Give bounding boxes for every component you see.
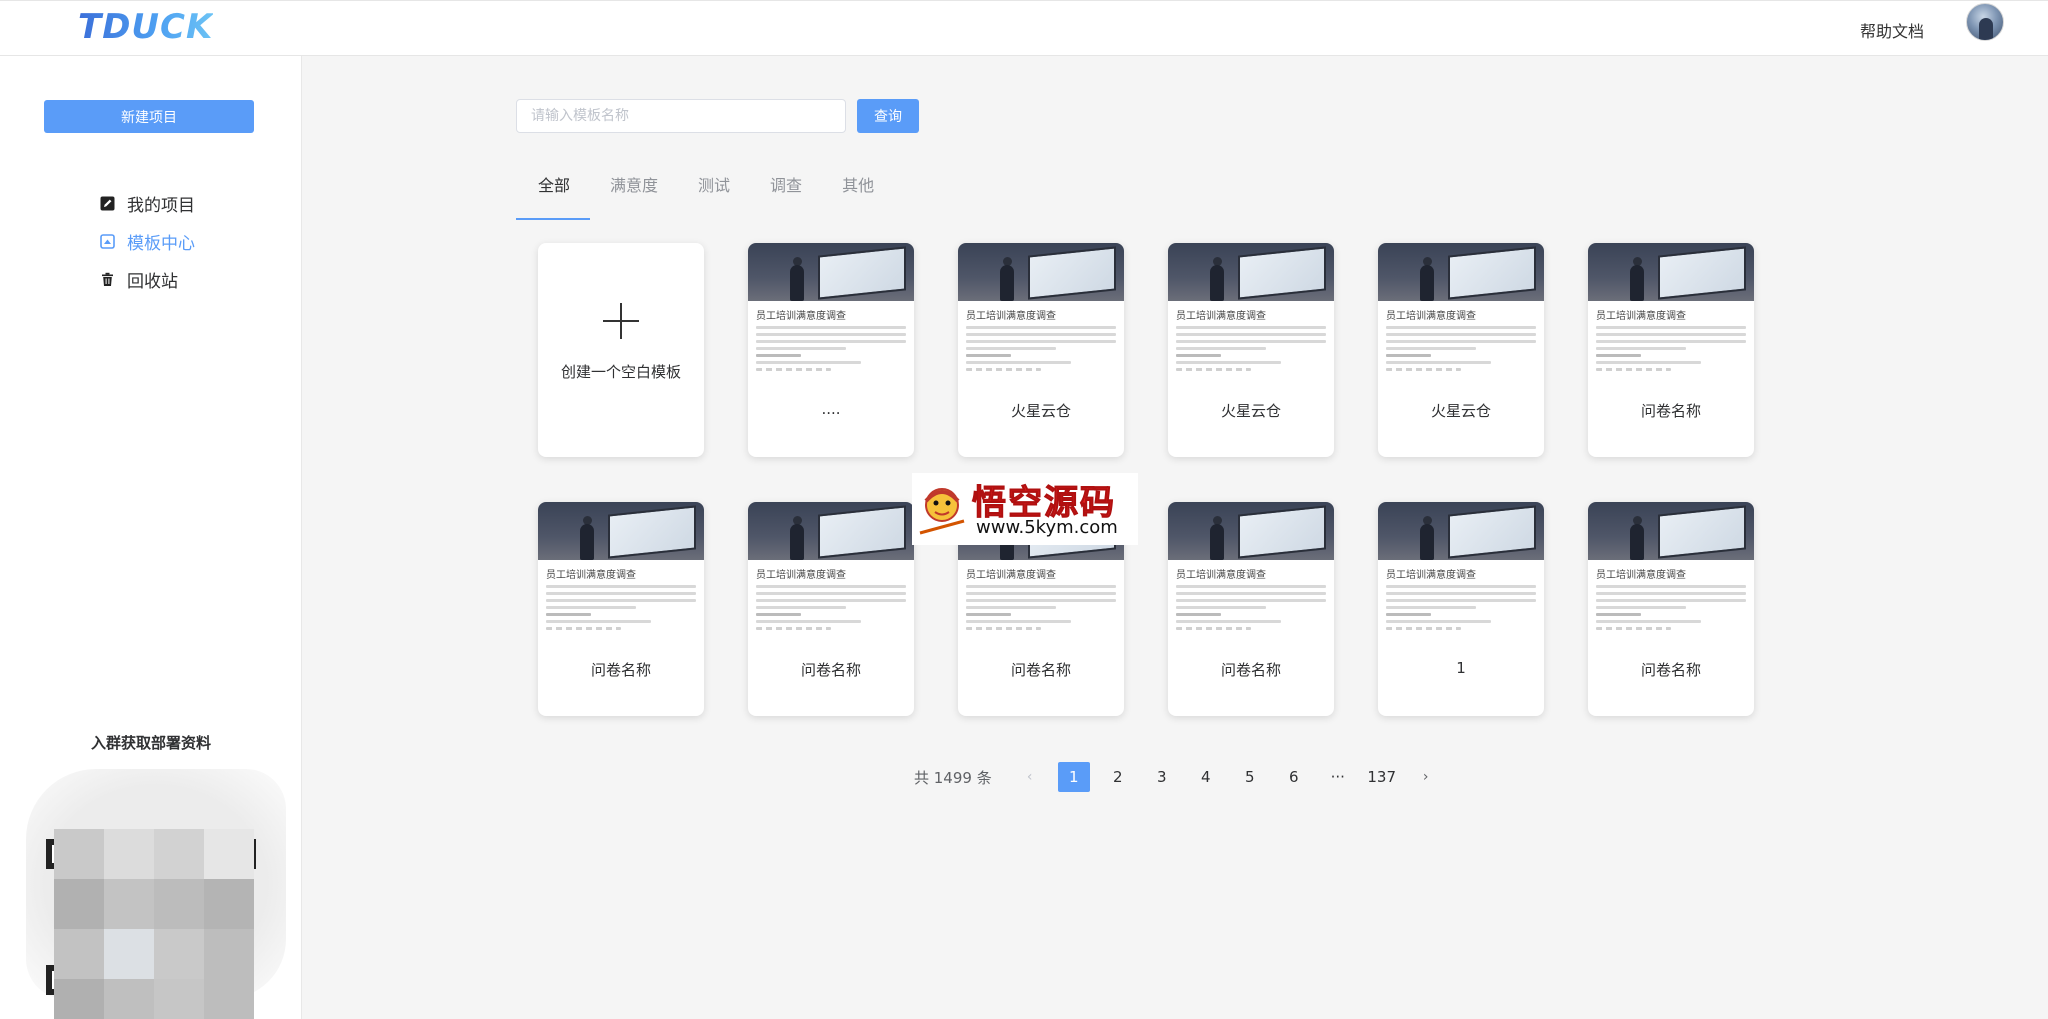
sidebar-nav: 我的项目 模板中心 回收站: [100, 184, 195, 298]
preview-title: 员工培训满意度调查: [966, 570, 1056, 581]
tab-test[interactable]: 测试: [678, 166, 750, 220]
template-preview: 员工培训满意度调查: [756, 566, 906, 634]
template-card-name: 火星云仓: [1430, 402, 1491, 420]
template-preview: 员工培训满意度调查: [966, 566, 1116, 634]
template-cover-image: [1588, 243, 1754, 301]
qr-pixelated-grid: [54, 829, 254, 1019]
tab-all[interactable]: 全部: [516, 166, 591, 220]
preview-title: 员工培训满意度调查: [1386, 311, 1476, 322]
template-cover-image: [1378, 243, 1544, 301]
qr-code-image: [26, 769, 286, 1019]
page-2[interactable]: 2: [1102, 762, 1134, 792]
next-page-button[interactable]: ›: [1410, 762, 1442, 792]
preview-title: 员工培训满意度调查: [1176, 311, 1266, 322]
sidebar: 新建项目 我的项目 模板中心 回收站 入群获取部署资料: [0, 56, 302, 1019]
template-card[interactable]: 员工培训满意度调查火星云仓: [1168, 243, 1334, 457]
template-preview: 员工培训满意度调查: [1596, 566, 1746, 634]
template-card[interactable]: 员工培训满意度调查问卷名称: [538, 502, 704, 716]
template-card[interactable]: 员工培训满意度调查....: [748, 243, 914, 457]
edit-icon: [100, 196, 115, 211]
create-blank-template-card[interactable]: 创建一个空白模板: [538, 243, 704, 457]
template-preview: 员工培训满意度调查: [1176, 307, 1326, 375]
template-preview: 员工培训满意度调查: [546, 566, 696, 634]
watermark: 悟空源码 www.5kym.com: [912, 473, 1138, 545]
template-cover-image: [1168, 243, 1334, 301]
sidebar-item-label: 模板中心: [127, 233, 195, 254]
template-search-input[interactable]: [516, 99, 846, 133]
template-card-name: 问卷名称: [590, 661, 651, 679]
template-cover-image: [1378, 502, 1544, 560]
template-card-name: 火星云仓: [1010, 402, 1071, 420]
page-137[interactable]: 137: [1366, 762, 1398, 792]
template-card[interactable]: 员工培训满意度调查问卷名称: [1588, 243, 1754, 457]
sidebar-item-label: 回收站: [127, 271, 178, 292]
template-card-name: ....: [821, 400, 841, 418]
template-preview: 员工培训满意度调查: [756, 307, 906, 375]
template-card[interactable]: 员工培训满意度调查问卷名称: [1588, 502, 1754, 716]
page-6[interactable]: 6: [1278, 762, 1310, 792]
template-card-name: 问卷名称: [1640, 402, 1701, 420]
template-preview: 员工培训满意度调查: [1596, 307, 1746, 375]
top-header: TDUCK 帮助文档: [0, 0, 2048, 56]
sidebar-item-recycle-bin[interactable]: 回收站: [100, 260, 195, 298]
avatar[interactable]: [1966, 3, 2004, 41]
sidebar-item-template-center[interactable]: 模板中心: [100, 222, 195, 260]
template-card[interactable]: 员工培训满意度调查火星云仓: [1378, 243, 1544, 457]
tab-survey[interactable]: 调查: [750, 166, 822, 220]
template-card-name: 问卷名称: [1640, 661, 1701, 679]
page-5[interactable]: 5: [1234, 762, 1266, 792]
qr-title: 入群获取部署资料: [90, 734, 211, 752]
template-icon: [100, 233, 115, 249]
template-cover-image: [1168, 502, 1334, 560]
preview-title: 员工培训满意度调查: [1596, 311, 1686, 322]
app-logo[interactable]: TDUCK: [78, 7, 213, 47]
template-cover-image: [538, 502, 704, 560]
preview-title: 员工培训满意度调查: [1386, 570, 1476, 581]
query-button[interactable]: 查询: [857, 99, 919, 133]
template-card[interactable]: 员工培训满意度调查问卷名称: [1168, 502, 1334, 716]
blank-template-label: 创建一个空白模板: [560, 363, 681, 381]
template-preview: 员工培训满意度调查: [1386, 566, 1536, 634]
page-4[interactable]: 4: [1190, 762, 1222, 792]
template-card[interactable]: 员工培训满意度调查问卷名称: [748, 502, 914, 716]
template-card[interactable]: 员工培训满意度调查 1: [1378, 502, 1544, 716]
template-preview: 员工培训满意度调查: [966, 307, 1116, 375]
preview-title: 员工培训满意度调查: [966, 311, 1056, 322]
preview-title: 员工培训满意度调查: [1596, 570, 1686, 581]
template-card[interactable]: 员工培训满意度调查火星云仓: [958, 243, 1124, 457]
tab-other[interactable]: 其他: [822, 166, 894, 220]
prev-page-button[interactable]: ‹: [1014, 762, 1046, 792]
page-3[interactable]: 3: [1146, 762, 1178, 792]
preview-title: 员工培训满意度调查: [756, 311, 846, 322]
sidebar-item-my-projects[interactable]: 我的项目: [100, 184, 195, 222]
help-docs-link[interactable]: 帮助文档: [1860, 18, 1924, 42]
template-card-name: 问卷名称: [800, 661, 861, 679]
pagination-total: 共 1499 条: [914, 768, 992, 787]
category-tabs: 全部 满意度 测试 调查 其他: [516, 166, 894, 220]
preview-title: 员工培训满意度调查: [756, 570, 846, 581]
plus-icon: [603, 303, 639, 339]
monkey-king-logo-icon: [919, 488, 965, 535]
preview-title: 员工培训满意度调查: [546, 570, 636, 581]
watermark-url: www.5kym.com: [976, 517, 1118, 538]
template-preview: 员工培训满意度调查: [1386, 307, 1536, 375]
template-card-name: 问卷名称: [1220, 661, 1281, 679]
tab-satisfaction[interactable]: 满意度: [590, 166, 678, 220]
template-cover-image: [1588, 502, 1754, 560]
page-1[interactable]: 1: [1057, 762, 1090, 792]
pagination: 共 1499 条 ‹ 1 2 3 4 5 6 ··· 137 ›: [914, 762, 1448, 792]
template-card-name: 1: [1456, 659, 1466, 677]
template-cover-image: [748, 243, 914, 301]
template-cover-image: [748, 502, 914, 560]
template-cover-image: [958, 243, 1124, 301]
template-preview: 员工培训满意度调查: [1176, 566, 1326, 634]
more-pages[interactable]: ···: [1322, 762, 1354, 792]
template-card-name: 问卷名称: [1010, 661, 1071, 679]
trash-icon: [100, 272, 115, 287]
sidebar-item-label: 我的项目: [127, 195, 195, 216]
new-project-button[interactable]: 新建项目: [44, 100, 254, 133]
template-card-name: 火星云仓: [1220, 402, 1281, 420]
preview-title: 员工培训满意度调查: [1176, 570, 1266, 581]
